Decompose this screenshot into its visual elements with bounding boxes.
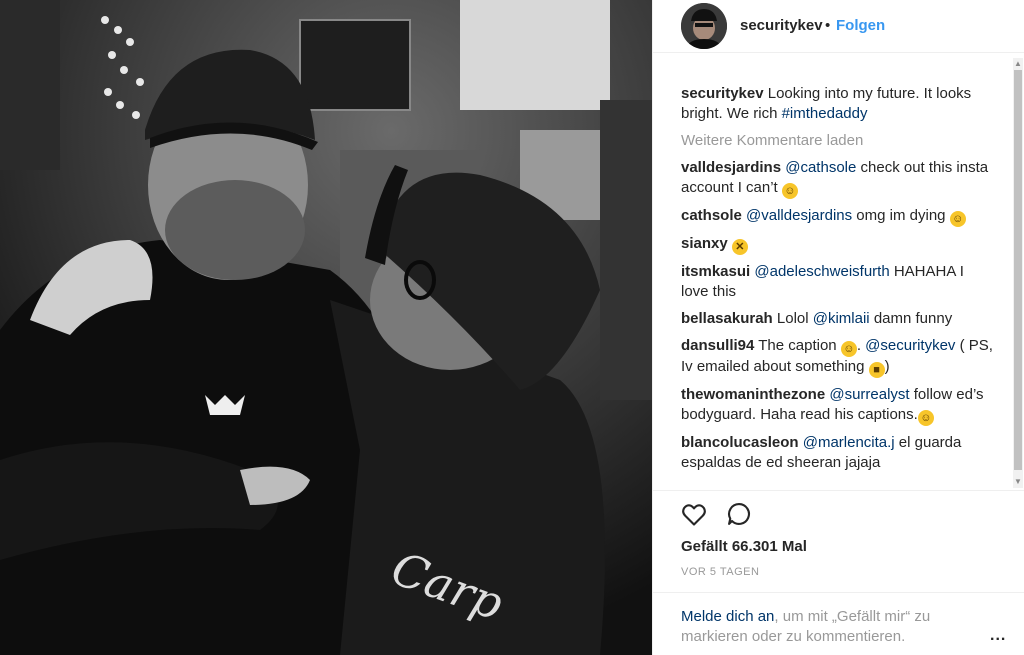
scrollbar-thumb[interactable] [1014, 70, 1022, 470]
comment-username[interactable]: sianxy [681, 235, 728, 252]
comment-text-after: ) [884, 358, 890, 375]
comment-mention[interactable]: @cathsole [785, 159, 856, 176]
instagram-post: Carp securitykev • Folgen securitykev Lo [0, 0, 1024, 655]
comment-bubble-icon[interactable] [725, 500, 753, 528]
scroll-down-icon[interactable]: ▼ [1014, 478, 1022, 486]
post-side-panel: securitykev • Folgen securitykev Looking… [652, 0, 1024, 655]
comment-username[interactable]: dansulli94 [681, 337, 754, 354]
grinning-sweat-emoji-icon: ☺ [840, 341, 857, 357]
comment-username[interactable]: valldesjardins [681, 159, 781, 176]
comments-list: securitykev Looking into my future. It l… [681, 84, 993, 482]
sunglasses-emoji-icon: ■ [868, 362, 885, 378]
profile-avatar[interactable] [681, 3, 727, 49]
caption-hashtag[interactable]: #imthedaddy [782, 105, 868, 122]
comment-mention[interactable]: @valldesjardins [746, 207, 852, 224]
comment-mention[interactable]: @securitykev [865, 337, 955, 354]
grinning-sweat-emoji-icon: ☺ [949, 211, 966, 227]
comment-item: blancolucasleon @marlencita.j el guarda … [681, 433, 993, 473]
comment-text: omg im dying [852, 207, 950, 224]
post-footer: Melde dich an, um mit „Gefällt mir“ zu m… [653, 592, 1024, 655]
avatar-icon [681, 3, 727, 49]
login-link[interactable]: Melde dich an [681, 608, 774, 625]
comment-item: cathsole @valldesjardins omg im dying ☺ [681, 206, 993, 227]
login-prompt: Melde dich an, um mit „Gefällt mir“ zu m… [681, 607, 971, 647]
comment-mention[interactable]: @marlencita.j [803, 434, 895, 451]
comment-username[interactable]: itsmkasui [681, 263, 750, 280]
comment-mention[interactable]: @adeleschweisfurth [754, 263, 889, 280]
comment-username[interactable]: blancolucasleon [681, 434, 799, 451]
comment-mention[interactable]: @kimlaii [813, 310, 870, 327]
comment-username[interactable]: cathsole [681, 207, 742, 224]
header-separator: • [825, 17, 831, 34]
comment-item: bellasakurah Lolol @kimlaii damn funny [681, 309, 993, 329]
heart-icon[interactable] [680, 500, 708, 528]
header-username[interactable]: securitykev [740, 17, 823, 34]
more-options-icon[interactable]: ... [990, 627, 1006, 645]
comment-item: thewomaninthezone @surrealyst follow ed’… [681, 385, 993, 426]
grinning-sweat-emoji-icon: ☺ [917, 410, 934, 426]
comment-mention[interactable]: @surrealyst [829, 386, 909, 403]
comment-item: itsmkasui @adeleschweisfurth HAHAHA I lo… [681, 262, 993, 302]
post-photo[interactable]: Carp [0, 0, 652, 655]
follow-button[interactable]: Folgen [836, 17, 885, 34]
comment-item: valldesjardins @cathsole check out this … [681, 158, 993, 199]
caption: securitykev Looking into my future. It l… [681, 84, 993, 124]
post-actions: Gefällt 66.301 Mal VOR 5 TAGEN [653, 490, 1024, 590]
grinning-sweat-emoji-icon: ☺ [781, 183, 798, 199]
likes-count[interactable]: Gefällt 66.301 Mal [681, 538, 807, 555]
comment-item: sianxy ✕ [681, 234, 993, 255]
comment-text-before: Lolol [776, 310, 813, 327]
photo-illustration: Carp [0, 0, 652, 655]
post-header: securitykev • Folgen [653, 0, 1024, 53]
post-timestamp[interactable]: VOR 5 TAGEN [681, 566, 759, 578]
comment-username[interactable]: bellasakurah [681, 310, 773, 327]
comments-scrollbar[interactable]: ▲ ▼ [1013, 58, 1023, 488]
comment-text: damn funny [869, 310, 953, 327]
load-more-comments-button[interactable]: Weitere Kommentare laden [681, 131, 993, 151]
comment-text-before: The caption [758, 337, 841, 354]
comment-item: dansulli94 The caption ☺. @securitykev (… [681, 337, 993, 378]
comment-username[interactable]: thewomaninthezone [681, 386, 825, 403]
scroll-up-icon[interactable]: ▲ [1014, 60, 1022, 68]
confounded-face-emoji-icon: ✕ [731, 239, 748, 255]
caption-username[interactable]: securitykev [681, 85, 764, 102]
